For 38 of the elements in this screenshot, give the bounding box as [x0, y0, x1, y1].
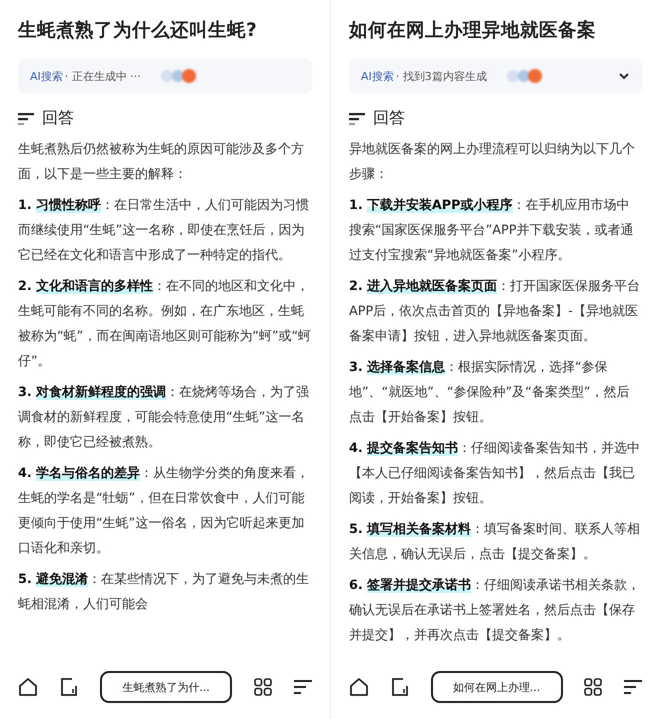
tabs-icon[interactable] [60, 677, 78, 697]
answer-point: 3. 对食材新鲜程度的强调：在烧烤等场合，为了强调食材的新鲜程度，可能会特意使用“生蚝”这一名称，即使它已经被煮熟。 [18, 384, 310, 452]
answer-point: 3. 选择备案信息：根据实际情况，选择“参保地”、“就医地”、“参保险种”及“备案类型”，然后点击【开始备案】按钮。 [349, 358, 630, 427]
ai-search-label: AI搜索 [361, 68, 394, 84]
generation-status: · 正在生成中 ··· [64, 68, 141, 84]
answer-intro: 生蚝煮熟后仍然被称为生蚝的原因可能涉及多个方面，以下是一些主要的解释： [18, 141, 305, 184]
home-icon[interactable] [18, 677, 38, 697]
lines-icon [349, 112, 365, 124]
answer-heading: 回答 [373, 108, 405, 129]
answer-point: 1. 下载并安装APP或小程序：在手机应用市场中搜索“国家医保服务平台”APP并下载安装，或者通过支付宝搜索“异地就医备案”小程序。 [349, 196, 634, 265]
answer-intro: 异地就医备案的网上办理流程可以归纳为以下几个步骤： [349, 141, 636, 184]
answer-point: 1. 习惯性称呼：在日常生活中，人们可能因为习惯而继续使用“生蚝”这一名称，即使在烹饪后，因为它已经在文化和语言中形成了一种特定的指代。 [18, 196, 310, 265]
lines-icon [18, 112, 34, 124]
answer-point: 5. 填写相关备案材料：填写备案时间、联系人等相关信息，确认无误后，点击【提交备案】。 [349, 520, 641, 564]
source-avatars-icon [158, 68, 199, 84]
answer-point: 2. 进入异地就医备案页面：打开国家医保服务平台APP后，依次点击首页的【异地备案】-【异地就医备案申请】按钮，进入异地就医备案页面。 [349, 278, 641, 346]
grid-icon[interactable] [584, 678, 602, 696]
question-title: 如何在网上办理异地就医备案 [349, 18, 597, 43]
home-icon[interactable] [349, 677, 369, 697]
ai-search-bar[interactable]: AI搜索 · 找到3篇内容生成 [349, 58, 642, 94]
chevron-down-icon[interactable] [618, 72, 630, 80]
answer-heading: 回答 [42, 108, 74, 129]
menu-icon[interactable] [624, 679, 642, 695]
ai-search-bar[interactable]: AI搜索 · 正在生成中 ··· [18, 58, 312, 94]
answer-point: 6. 签署并提交承诺书：仔细阅读承诺书相关条款，确认无误后在承诺书上签署姓名，然后点击【保存并提交】，并再次点击【提交备案】。 [349, 576, 641, 645]
tabs-icon[interactable] [390, 677, 409, 697]
answer-point: 4. 学名与俗名的差异：从生物学分类的角度来看，生蚝的学名是“牡蛎”，但在日常饮食中，人们可能更倾向于使用“生蚝”这一俗名，因为它听起来更加口语化和亲切。 [18, 465, 310, 558]
answer-point: 5. 避免混淆：在某些情况下，为了避免与未煮的生蚝相混淆，人们可能会 [18, 570, 310, 614]
ai-search-label: AI搜索 [30, 68, 63, 84]
answer-point: 4. 提交备案告知书：仔细阅读备案告知书，并选中【本人已仔细阅读备案告知书】，然后点击【我已阅读，开始备案】按钮。 [349, 440, 641, 508]
question-title: 生蚝煮熟了为什么还叫生蚝? [18, 19, 258, 43]
query-button[interactable]: 如何在网上办理... [430, 671, 562, 703]
answer-point: 2. 文化和语言的多样性：在不同的地区和文化中，生蚝可能有不同的名称。例如，在广东地区，生蚝被称为“蚝”，而在闽南语地区则可能称为“蚵”或“蚵仔”。 [18, 278, 312, 371]
grid-icon[interactable] [254, 678, 272, 696]
generation-status: · 找到3篇内容生成 [396, 68, 487, 84]
source-avatars-icon [504, 68, 545, 84]
query-button[interactable]: 生蚝煮熟了为什... [100, 671, 232, 703]
menu-icon[interactable] [294, 679, 312, 695]
